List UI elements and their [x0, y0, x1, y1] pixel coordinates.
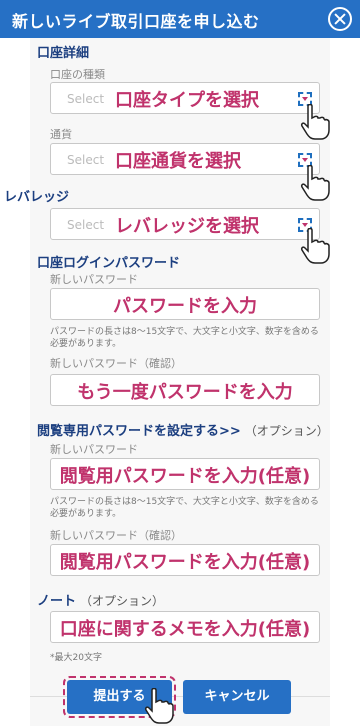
leverage-hint: レバレッジを選択 [115, 216, 259, 237]
readonly-confirm-label: 新しいパスワード（確認） [50, 529, 182, 542]
hand-cursor-icon [145, 688, 174, 724]
readonly-password-input[interactable]: 閲覧用パスワードを入力(任意) [50, 458, 320, 490]
note-input[interactable]: 口座に関するメモを入力(任意) [50, 611, 320, 643]
account-type-placeholder: Select [67, 92, 105, 106]
close-icon[interactable] [328, 7, 352, 31]
note-hint: 口座に関するメモを入力(任意) [59, 619, 311, 640]
new-password-label: 新しいパスワード [50, 273, 138, 286]
readonly-confirm-input[interactable]: 閲覧用パスワードを入力(任意) [50, 544, 320, 576]
note-heading: ノート [37, 594, 77, 609]
currency-placeholder: Select [67, 153, 105, 167]
window-title: 新しいライブ取引口座を申し込む [12, 12, 260, 31]
currency-select[interactable]: Select 口座通貨を選択 [50, 143, 320, 175]
section-login-password: 口座ログインパスワード [37, 256, 181, 271]
section-note: ノート （オプション） [37, 590, 164, 609]
readonly-confirm-hint: 閲覧用パスワードを入力(任意) [59, 552, 311, 573]
currency-hint: 口座通貨を選択 [115, 151, 241, 172]
section-account-details: 口座詳細 [37, 46, 90, 61]
account-type-select[interactable]: Select 口座タイプを選択 [50, 82, 320, 114]
section-leverage: レバレッジ [4, 190, 70, 205]
readonly-optional: （オプション） [244, 424, 329, 438]
leverage-placeholder: Select [67, 218, 105, 232]
account-type-hint: 口座タイプを選択 [115, 90, 259, 111]
cancel-button[interactable]: キャンセル [183, 680, 291, 714]
currency-label: 通貨 [50, 128, 72, 141]
title-bar: 新しいライブ取引口座を申し込む [0, 0, 360, 38]
hand-cursor-icon [301, 228, 330, 264]
note-optional: （オプション） [80, 594, 165, 608]
readonly-password-label: 新しいパスワード [50, 443, 138, 456]
new-password-hint: パスワードを入力 [113, 296, 257, 317]
section-readonly-password[interactable]: 閲覧専用パスワードを設定する>> （オプション） [37, 420, 329, 439]
readonly-password-rule-text: パスワードの長さは8～15文字で、大文字と小文字、数字を含める必要があります。 [50, 497, 319, 519]
readonly-password-link[interactable]: 閲覧専用パスワードを設定する>> [37, 424, 241, 439]
leverage-select[interactable]: Select レバレッジを選択 [50, 208, 320, 240]
confirm-password-label: 新しいパスワード（確認） [50, 357, 182, 370]
new-password-input[interactable]: パスワードを入力 [50, 288, 320, 320]
hand-cursor-icon [301, 165, 330, 201]
account-type-label: 口座の種類 [50, 68, 105, 81]
confirm-password-input[interactable]: もう一度パスワードを入力 [50, 374, 320, 406]
confirm-password-hint: もう一度パスワードを入力 [77, 382, 293, 403]
password-rule-text: パスワードの長さは8～15文字で、大文字と小文字、数字を含める必要があります。 [50, 327, 319, 349]
readonly-password-hint: 閲覧用パスワードを入力(任意) [59, 466, 311, 487]
hand-cursor-icon [301, 104, 330, 140]
note-limit-text: *最大20文字 [50, 653, 102, 663]
